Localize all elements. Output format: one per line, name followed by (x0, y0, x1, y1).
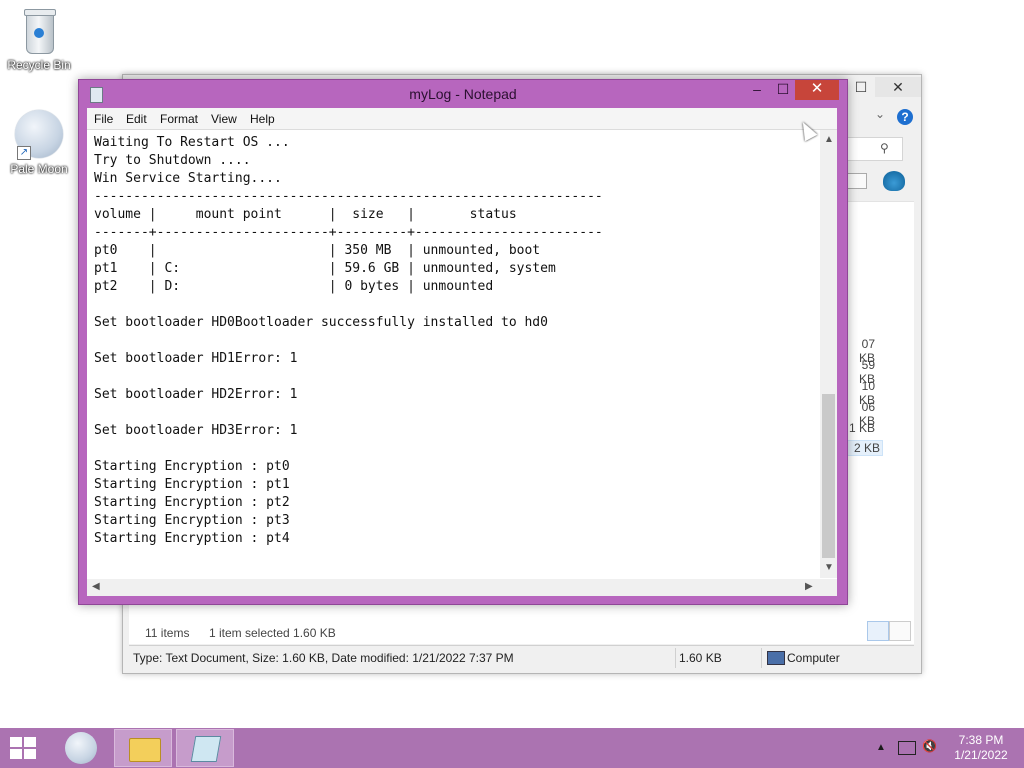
show-hidden-icons-icon[interactable]: ▲ (876, 742, 886, 753)
size-grip[interactable] (820, 579, 837, 596)
maximize-button[interactable]: ☐ (773, 80, 793, 100)
explorer-maximize-button[interactable]: ☐ (851, 77, 871, 97)
file-size: 1 KB (848, 421, 875, 435)
clock-time: 7:38 PM (958, 733, 1004, 747)
explorer-close-button[interactable]: ✕ (875, 77, 921, 97)
recycle-bin-icon (22, 8, 56, 54)
taskbar: ▲ 🔇 7:38 PM 1/21/2022 (0, 728, 1024, 768)
status-location: Computer (787, 651, 840, 665)
window-title: myLog - Notepad (409, 86, 517, 102)
search-icon[interactable]: ⚲ (880, 141, 889, 155)
status-size: 1.60 KB (679, 651, 722, 665)
details-view-button[interactable] (867, 621, 889, 641)
desktop-icon-label: Recycle Bin (7, 58, 71, 72)
horizontal-scrollbar[interactable]: ◀ ▶ (87, 579, 820, 596)
desktop-icon-recycle-bin[interactable]: Recycle Bin (4, 4, 74, 72)
pale-moon-icon: ↗ (15, 110, 63, 160)
desktop-icon-pale-moon[interactable]: ↗ Pale Moon (4, 110, 74, 176)
taskbar-pale-moon[interactable] (52, 729, 110, 767)
network-icon[interactable] (898, 741, 916, 755)
desktop-icon-label: Pale Moon (10, 162, 68, 176)
windows-logo-icon[interactable] (10, 737, 38, 759)
notepad-icon (190, 736, 222, 762)
notepad-window[interactable]: myLog - Notepad – ☐ ✕ File Edit Format V… (78, 79, 848, 605)
pale-moon-icon (65, 732, 97, 764)
clock-date: 1/21/2022 (954, 748, 1008, 762)
selection-info: 1 item selected 1.60 KB (209, 626, 336, 640)
taskbar-file-explorer[interactable] (114, 729, 172, 767)
help-icon[interactable]: ? (897, 109, 913, 125)
menu-edit[interactable]: Edit (126, 112, 147, 126)
status-bar: Type: Text Document, Size: 1.60 KB, Date… (129, 645, 914, 670)
scroll-left-icon[interactable]: ◀ (92, 581, 100, 592)
file-explorer-icon (129, 738, 161, 762)
volume-muted-icon[interactable]: 🔇 (922, 739, 937, 753)
taskbar-notepad[interactable] (176, 729, 234, 767)
menu-file[interactable]: File (94, 112, 113, 126)
shell-icon (883, 171, 905, 191)
preview-pane-button[interactable] (847, 173, 867, 189)
large-icons-view-button[interactable] (889, 621, 911, 641)
items-count: 11 items (145, 626, 190, 640)
vertical-scrollbar[interactable]: ▲ ▼ (820, 130, 837, 578)
chevron-down-icon[interactable]: ⌄ (875, 107, 885, 121)
scroll-down-icon[interactable]: ▼ (824, 562, 834, 573)
status-info: Type: Text Document, Size: 1.60 KB, Date… (133, 651, 514, 665)
scrollbar-thumb[interactable] (822, 394, 835, 558)
scroll-up-icon[interactable]: ▲ (824, 134, 834, 145)
close-button[interactable]: ✕ (795, 80, 839, 100)
menu-view[interactable]: View (211, 112, 237, 126)
minimize-button[interactable]: – (747, 80, 767, 100)
menu-bar: File Edit Format View Help (87, 108, 837, 130)
menu-help[interactable]: Help (250, 112, 275, 126)
menu-format[interactable]: Format (160, 112, 198, 126)
computer-icon (767, 651, 785, 665)
notepad-titlebar[interactable]: myLog - Notepad – ☐ ✕ (79, 80, 847, 108)
scroll-right-icon[interactable]: ▶ (805, 581, 813, 592)
document-text[interactable]: Waiting To Restart OS ... Try to Shutdow… (94, 134, 603, 548)
file-size-selected[interactable]: 2 KB (843, 440, 883, 456)
text-editor[interactable]: Waiting To Restart OS ... Try to Shutdow… (87, 130, 837, 596)
clock[interactable]: 7:38 PM 1/21/2022 (950, 733, 1012, 763)
items-bar: 11 items 1 item selected 1.60 KB (129, 623, 914, 643)
search-input[interactable] (845, 137, 903, 161)
